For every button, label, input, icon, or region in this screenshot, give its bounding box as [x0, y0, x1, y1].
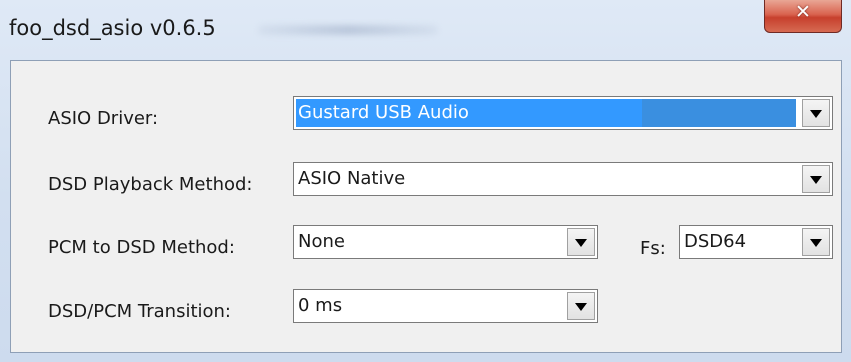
pcm-to-dsd-method-dropdown-button[interactable]: [567, 228, 595, 256]
asio-driver-select[interactable]: Gustard USB Audio: [293, 96, 833, 130]
close-icon: ✕: [795, 1, 811, 23]
window-title: foo_dsd_asio v0.6.5: [9, 16, 216, 40]
fs-dropdown-button[interactable]: [802, 228, 830, 256]
dsd-pcm-transition-select[interactable]: 0 ms: [293, 289, 598, 323]
close-button[interactable]: ✕: [764, 0, 842, 33]
dsd-pcm-transition-value: 0 ms: [298, 295, 343, 316]
pcm-to-dsd-method-select[interactable]: None: [293, 225, 598, 259]
dialog-body: ASIO Driver: Gustard USB Audio DSD Playb…: [10, 60, 842, 353]
dialog-window: foo_dsd_asio v0.6.5 ✕ ASIO Driver: Gusta…: [0, 0, 851, 362]
chevron-down-icon: [575, 239, 587, 247]
asio-driver-label: ASIO Driver:: [48, 108, 159, 129]
fs-label: Fs:: [640, 238, 666, 259]
dsd-pcm-transition-dropdown-button[interactable]: [567, 292, 595, 320]
chevron-down-icon: [810, 110, 822, 118]
dsd-playback-method-select[interactable]: ASIO Native: [293, 162, 833, 196]
asio-driver-dropdown-button[interactable]: [802, 99, 830, 127]
selection-highlight-tail: [642, 99, 796, 127]
chevron-down-icon: [575, 303, 587, 311]
dsd-playback-method-value: ASIO Native: [298, 168, 406, 189]
fs-value: DSD64: [684, 231, 747, 252]
dsd-playback-method-label: DSD Playback Method:: [48, 174, 253, 195]
fs-select[interactable]: DSD64: [679, 225, 833, 259]
title-redaction: [258, 25, 438, 35]
dsd-playback-method-dropdown-button[interactable]: [802, 165, 830, 193]
pcm-to-dsd-method-value: None: [298, 231, 345, 252]
chevron-down-icon: [810, 176, 822, 184]
chevron-down-icon: [810, 239, 822, 247]
pcm-to-dsd-method-label: PCM to DSD Method:: [48, 237, 235, 258]
dsd-pcm-transition-label: DSD/PCM Transition:: [48, 301, 231, 322]
asio-driver-value: Gustard USB Audio: [298, 102, 469, 123]
title-bar[interactable]: foo_dsd_asio v0.6.5 ✕: [0, 0, 851, 55]
